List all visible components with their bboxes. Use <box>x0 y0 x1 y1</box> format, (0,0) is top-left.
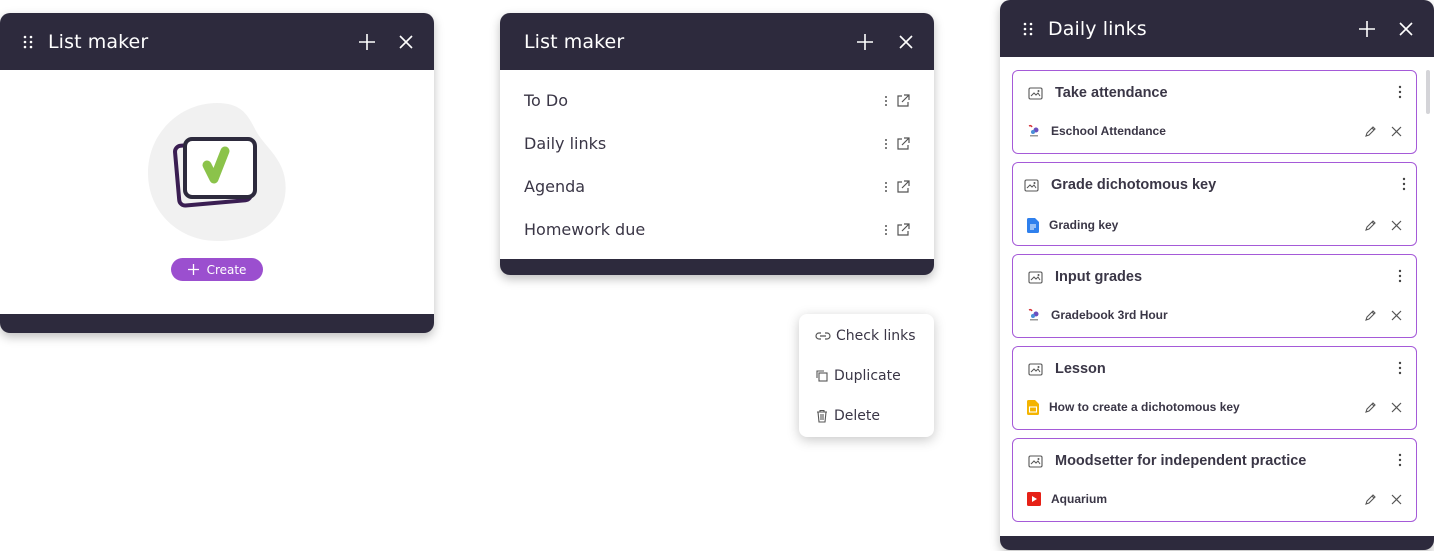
close-icon[interactable] <box>398 34 414 50</box>
add-icon[interactable] <box>856 33 874 51</box>
list-item-label: Agenda <box>524 177 586 196</box>
link-card-moodsetter[interactable]: Moodsetter for independent practice Aqua… <box>1012 438 1417 522</box>
card-title: Moodsetter for independent practice <box>1055 453 1307 469</box>
link-image-icon <box>1028 363 1043 376</box>
more-vertical-icon[interactable] <box>884 224 888 236</box>
google-slides-icon <box>1027 399 1039 415</box>
list-maker-empty-panel: List maker Create <box>0 13 434 333</box>
remove-icon[interactable] <box>1391 220 1402 231</box>
card-link[interactable]: Gradebook 3rd Hour <box>1027 306 1402 324</box>
panel-title: Daily links <box>1048 17 1147 40</box>
close-icon[interactable] <box>898 34 914 50</box>
open-external-icon[interactable] <box>896 93 910 108</box>
link-label: Gradebook 3rd Hour <box>1051 308 1168 322</box>
more-vertical-icon[interactable] <box>1398 361 1402 375</box>
menu-item-duplicate[interactable]: Duplicate <box>815 364 901 388</box>
menu-item-delete[interactable]: Delete <box>815 404 880 428</box>
list-maker-panel: List maker To Do Daily links Agenda Home… <box>500 13 934 275</box>
card-title: Lesson <box>1055 361 1106 377</box>
panel-footer <box>0 314 434 333</box>
link-label: Grading key <box>1049 218 1119 232</box>
scrollbar[interactable] <box>1426 70 1430 114</box>
menu-item-label: Check links <box>836 328 916 344</box>
panel-title: List maker <box>48 30 149 53</box>
list-context-menu: Check links Duplicate Delete <box>799 314 934 437</box>
card-title: Input grades <box>1055 269 1143 285</box>
panel-footer <box>500 259 934 275</box>
remove-icon[interactable] <box>1391 494 1402 505</box>
link-card-take-attendance[interactable]: Take attendance Eschool Attendance <box>1012 70 1417 154</box>
menu-item-label: Duplicate <box>834 368 901 384</box>
panel-footer <box>1000 536 1434 550</box>
more-vertical-icon[interactable] <box>1398 269 1402 283</box>
eschool-icon <box>1027 124 1041 138</box>
link-image-icon <box>1024 179 1039 192</box>
open-external-icon[interactable] <box>896 222 910 237</box>
link-check-icon <box>815 330 831 342</box>
panel-header: List maker <box>0 13 434 70</box>
more-vertical-icon[interactable] <box>884 181 888 193</box>
remove-icon[interactable] <box>1391 310 1402 321</box>
add-icon[interactable] <box>1358 20 1376 38</box>
empty-state-illustration <box>145 101 290 251</box>
more-vertical-icon[interactable] <box>1402 177 1406 191</box>
drag-handle-icon[interactable] <box>1022 22 1034 36</box>
list-item-homework-due[interactable]: Homework due <box>524 208 910 251</box>
list-item-label: Daily links <box>524 134 607 153</box>
edit-pencil-icon[interactable] <box>1364 493 1377 506</box>
create-button-label: Create <box>206 262 247 277</box>
panel-title: List maker <box>524 30 625 53</box>
list-item-agenda[interactable]: Agenda <box>524 165 910 208</box>
more-vertical-icon[interactable] <box>1398 85 1402 99</box>
link-label: Eschool Attendance <box>1051 124 1166 138</box>
eschool-icon <box>1027 308 1041 322</box>
create-button[interactable]: Create <box>171 258 263 281</box>
duplicate-icon <box>815 369 829 383</box>
edit-pencil-icon[interactable] <box>1364 219 1377 232</box>
google-docs-icon <box>1027 217 1039 233</box>
more-vertical-icon[interactable] <box>1398 453 1402 467</box>
edit-pencil-icon[interactable] <box>1364 125 1377 138</box>
link-image-icon <box>1028 87 1043 100</box>
panel-header: Daily links <box>1000 0 1434 57</box>
add-icon[interactable] <box>358 33 376 51</box>
link-card-grade-dichotomous-key[interactable]: Grade dichotomous key Grading key <box>1012 162 1417 246</box>
more-vertical-icon[interactable] <box>884 138 888 150</box>
menu-item-check-links[interactable]: Check links <box>815 324 916 348</box>
daily-links-panel: Daily links Take attendance Eschool Atte… <box>1000 0 1434 550</box>
link-card-input-grades[interactable]: Input grades Gradebook 3rd Hour <box>1012 254 1417 338</box>
card-title: Grade dichotomous key <box>1051 177 1217 193</box>
plus-icon <box>187 264 199 275</box>
list-item-daily-links[interactable]: Daily links <box>524 122 910 165</box>
remove-icon[interactable] <box>1391 402 1402 413</box>
open-external-icon[interactable] <box>896 179 910 194</box>
card-link[interactable]: Aquarium <box>1027 490 1402 508</box>
link-label: Aquarium <box>1051 492 1108 506</box>
open-external-icon[interactable] <box>896 136 910 151</box>
list-item-label: Homework due <box>524 220 646 239</box>
drag-handle-icon[interactable] <box>22 35 34 49</box>
list-item-label: To Do <box>524 91 569 110</box>
card-title: Take attendance <box>1055 85 1168 101</box>
link-card-lesson[interactable]: Lesson How to create a dichotomous key <box>1012 346 1417 430</box>
link-image-icon <box>1028 271 1043 284</box>
more-vertical-icon[interactable] <box>884 95 888 107</box>
close-icon[interactable] <box>1398 21 1414 37</box>
card-link[interactable]: Eschool Attendance <box>1027 122 1402 140</box>
panel-header: List maker <box>500 13 934 70</box>
link-label: How to create a dichotomous key <box>1049 400 1240 414</box>
edit-pencil-icon[interactable] <box>1364 309 1377 322</box>
link-image-icon <box>1028 455 1043 468</box>
edit-pencil-icon[interactable] <box>1364 401 1377 414</box>
menu-item-label: Delete <box>834 408 880 424</box>
trash-icon <box>815 409 829 423</box>
youtube-icon <box>1027 492 1041 506</box>
remove-icon[interactable] <box>1391 126 1402 137</box>
card-link[interactable]: How to create a dichotomous key <box>1027 398 1402 416</box>
list-item-to-do[interactable]: To Do <box>524 79 910 122</box>
card-link[interactable]: Grading key <box>1027 216 1402 234</box>
